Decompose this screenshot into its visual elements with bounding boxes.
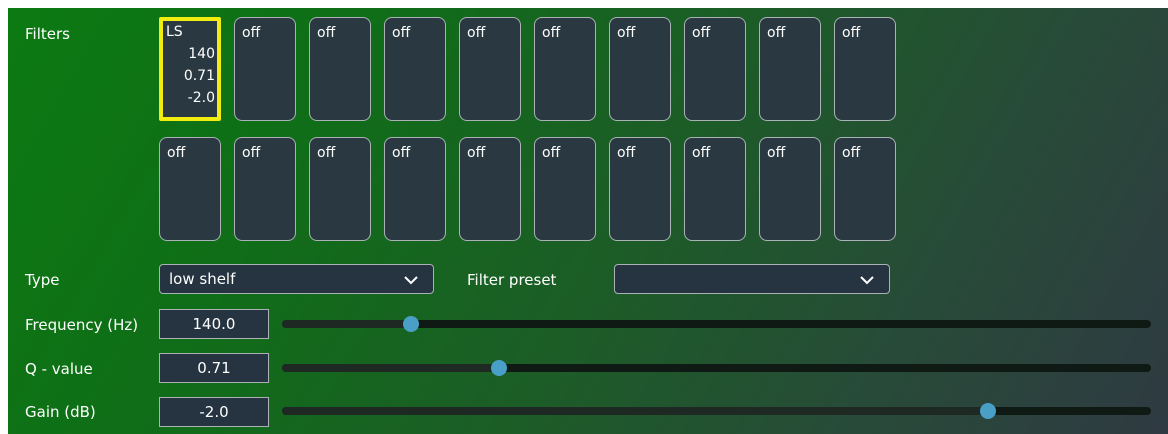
gain-input[interactable]: -2.0 bbox=[159, 397, 269, 427]
filter-slot-type: off bbox=[542, 25, 561, 41]
filter-slot[interactable]: LS 140 0.71 -2.0 bbox=[159, 17, 221, 121]
filter-slot-type: off bbox=[842, 25, 861, 41]
gain-slider-thumb[interactable] bbox=[979, 403, 996, 419]
filter-slot-type: off bbox=[392, 145, 411, 161]
filter-slot[interactable]: off bbox=[534, 137, 596, 241]
filter-slot[interactable]: off bbox=[309, 137, 371, 241]
filter-slot-type: off bbox=[692, 25, 711, 41]
q-value-slider[interactable] bbox=[282, 360, 1151, 376]
frequency-label: Frequency (Hz) bbox=[25, 316, 139, 334]
filter-slot[interactable]: off bbox=[234, 17, 296, 121]
filter-slot-text: off bbox=[392, 22, 439, 44]
frequency-slider[interactable] bbox=[282, 316, 1151, 332]
frequency-input[interactable]: 140.0 bbox=[159, 309, 269, 339]
gain-slider-fill bbox=[282, 407, 988, 415]
q-value-input[interactable]: 0.71 bbox=[159, 353, 269, 383]
filter-slot-type: off bbox=[767, 25, 786, 41]
type-label: Type bbox=[25, 271, 60, 289]
filter-slot-text: off bbox=[242, 142, 289, 164]
filter-slot-text: off bbox=[242, 22, 289, 44]
filter-slot[interactable]: off bbox=[609, 137, 671, 241]
filter-slot-text: off bbox=[617, 22, 664, 44]
filter-slot-type: off bbox=[692, 145, 711, 161]
filter-slot-text: off bbox=[467, 142, 514, 164]
filter-slot-type: off bbox=[842, 145, 861, 161]
filter-slot[interactable]: off bbox=[384, 137, 446, 241]
filter-slot[interactable]: off bbox=[759, 137, 821, 241]
filter-slot-text: off bbox=[617, 142, 664, 164]
filters-label: Filters bbox=[25, 25, 70, 43]
filter-slot-text: off bbox=[167, 142, 214, 164]
filter-slot-param: 0.71 bbox=[183, 68, 215, 84]
filter-slot-text: off bbox=[842, 22, 889, 44]
filter-slot-type: off bbox=[467, 25, 486, 41]
filter-slot-text: off bbox=[842, 142, 889, 164]
chevron-down-icon bbox=[404, 276, 418, 285]
filter-editor-panel: Filters LS 140 0.71 -2.0 off off off off off off o… bbox=[8, 8, 1168, 434]
filter-slot[interactable]: off bbox=[684, 137, 746, 241]
filter-slot-type: off bbox=[767, 145, 786, 161]
filter-slot-param: 140 bbox=[188, 46, 215, 62]
filter-slot-type: off bbox=[317, 145, 336, 161]
frequency-slider-fill bbox=[282, 320, 411, 328]
filter-slot-text: off bbox=[392, 142, 439, 164]
filter-slot[interactable]: off bbox=[459, 137, 521, 241]
filter-slot[interactable]: off bbox=[609, 17, 671, 121]
filter-slot[interactable]: off bbox=[234, 137, 296, 241]
filter-slot-type: off bbox=[467, 145, 486, 161]
q-value-slider-thumb[interactable] bbox=[491, 360, 508, 376]
filter-slot[interactable]: off bbox=[684, 17, 746, 121]
filter-slot-text: off bbox=[767, 142, 814, 164]
filter-slot-type: off bbox=[242, 145, 261, 161]
type-value: low shelf bbox=[169, 270, 236, 288]
filter-slot-type: off bbox=[542, 145, 561, 161]
filter-slot[interactable]: off bbox=[159, 137, 221, 241]
q-value-slider-fill bbox=[282, 364, 500, 372]
filter-slot[interactable]: off bbox=[834, 137, 896, 241]
filter-slot[interactable]: off bbox=[834, 17, 896, 121]
frequency-slider-thumb[interactable] bbox=[402, 316, 419, 332]
gain-label: Gain (dB) bbox=[25, 403, 96, 421]
filter-slot-type: off bbox=[392, 25, 411, 41]
type-dropdown[interactable]: low shelf bbox=[159, 264, 434, 294]
filter-slot-text: LS 140 0.71 -2.0 bbox=[166, 21, 215, 109]
q-value-label: Q - value bbox=[25, 360, 93, 378]
filter-slot-text: off bbox=[692, 142, 739, 164]
filter-slot-text: off bbox=[542, 142, 589, 164]
filter-slot[interactable]: off bbox=[384, 17, 446, 121]
filter-slot-type: LS bbox=[166, 24, 183, 40]
filter-preset-dropdown[interactable] bbox=[614, 264, 890, 294]
filter-slot-text: off bbox=[692, 22, 739, 44]
gain-slider[interactable] bbox=[282, 403, 1151, 419]
filter-slot[interactable]: off bbox=[459, 17, 521, 121]
filter-slot-type: off bbox=[242, 25, 261, 41]
filter-slot-text: off bbox=[317, 142, 364, 164]
chevron-down-icon bbox=[860, 276, 874, 285]
filter-slot-text: off bbox=[317, 22, 364, 44]
filter-slot-text: off bbox=[542, 22, 589, 44]
filter-slot-type: off bbox=[317, 25, 336, 41]
filter-slot[interactable]: off bbox=[759, 17, 821, 121]
filter-slot[interactable]: off bbox=[534, 17, 596, 121]
filter-slot-text: off bbox=[767, 22, 814, 44]
filter-slot-type: off bbox=[617, 25, 636, 41]
filter-slot-type: off bbox=[617, 145, 636, 161]
filter-slot[interactable]: off bbox=[309, 17, 371, 121]
filter-slot-param: -2.0 bbox=[187, 90, 215, 106]
filter-slot-type: off bbox=[167, 145, 186, 161]
filter-preset-label: Filter preset bbox=[467, 271, 557, 289]
filter-slot-text: off bbox=[467, 22, 514, 44]
